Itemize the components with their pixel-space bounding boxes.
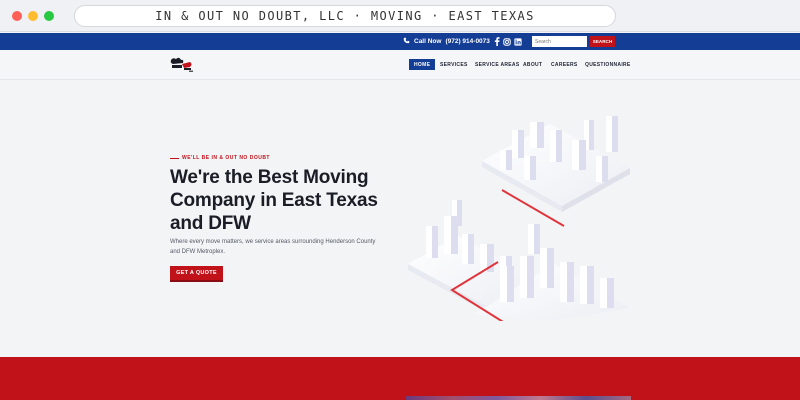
top-info-bar: Call Now (972) 914-0073 SEARCH: [0, 33, 800, 50]
call-now[interactable]: Call Now (972) 914-0073: [403, 37, 490, 46]
phone-icon: [403, 37, 410, 46]
red-section-band: [0, 357, 800, 400]
nav-about[interactable]: ABOUT: [523, 60, 542, 70]
hero-section: WE'LL BE IN & OUT NO DOUBT We're the Bes…: [0, 80, 800, 357]
hero-eyebrow: WE'LL BE IN & OUT NO DOUBT: [182, 155, 270, 161]
close-window-button[interactable]: [12, 11, 22, 21]
get-a-quote-button[interactable]: GET A QUOTE: [170, 266, 223, 282]
nav-home[interactable]: HOME: [409, 59, 436, 70]
hero-subtext: Where every move matters, we service are…: [170, 239, 376, 255]
address-bar[interactable]: IN & OUT NO DOUBT, LLC · MOVING · EAST T…: [74, 5, 616, 27]
maximize-window-button[interactable]: [44, 11, 54, 21]
search-button[interactable]: SEARCH: [590, 36, 615, 47]
browser-chrome: IN & OUT NO DOUBT, LLC · MOVING · EAST T…: [0, 0, 800, 32]
facebook-icon[interactable]: [492, 37, 501, 46]
nav-careers[interactable]: CAREERS: [551, 60, 578, 70]
linkedin-icon[interactable]: [513, 37, 522, 46]
nav-questionnaire[interactable]: QUESTIONNAIRE: [585, 60, 631, 70]
nav-services[interactable]: SERVICES: [440, 60, 468, 70]
call-label: Call Now: [414, 38, 442, 45]
company-logo[interactable]: [170, 56, 194, 74]
hero-headline: We're the Best Moving Company in East Te…: [170, 167, 378, 234]
instagram-icon[interactable]: [502, 37, 511, 46]
phone-number: (972) 914-0073: [445, 38, 490, 45]
main-navbar: HOME SERVICES SERVICE AREAS ABOUT CAREER…: [0, 50, 800, 80]
minimize-window-button[interactable]: [28, 11, 38, 21]
eyebrow-divider: [170, 158, 179, 159]
isometric-city-illustration: [408, 116, 630, 321]
nav-service-areas[interactable]: SERVICE AREAS: [475, 60, 519, 70]
search-input[interactable]: [532, 36, 587, 47]
section-image: [406, 396, 631, 400]
